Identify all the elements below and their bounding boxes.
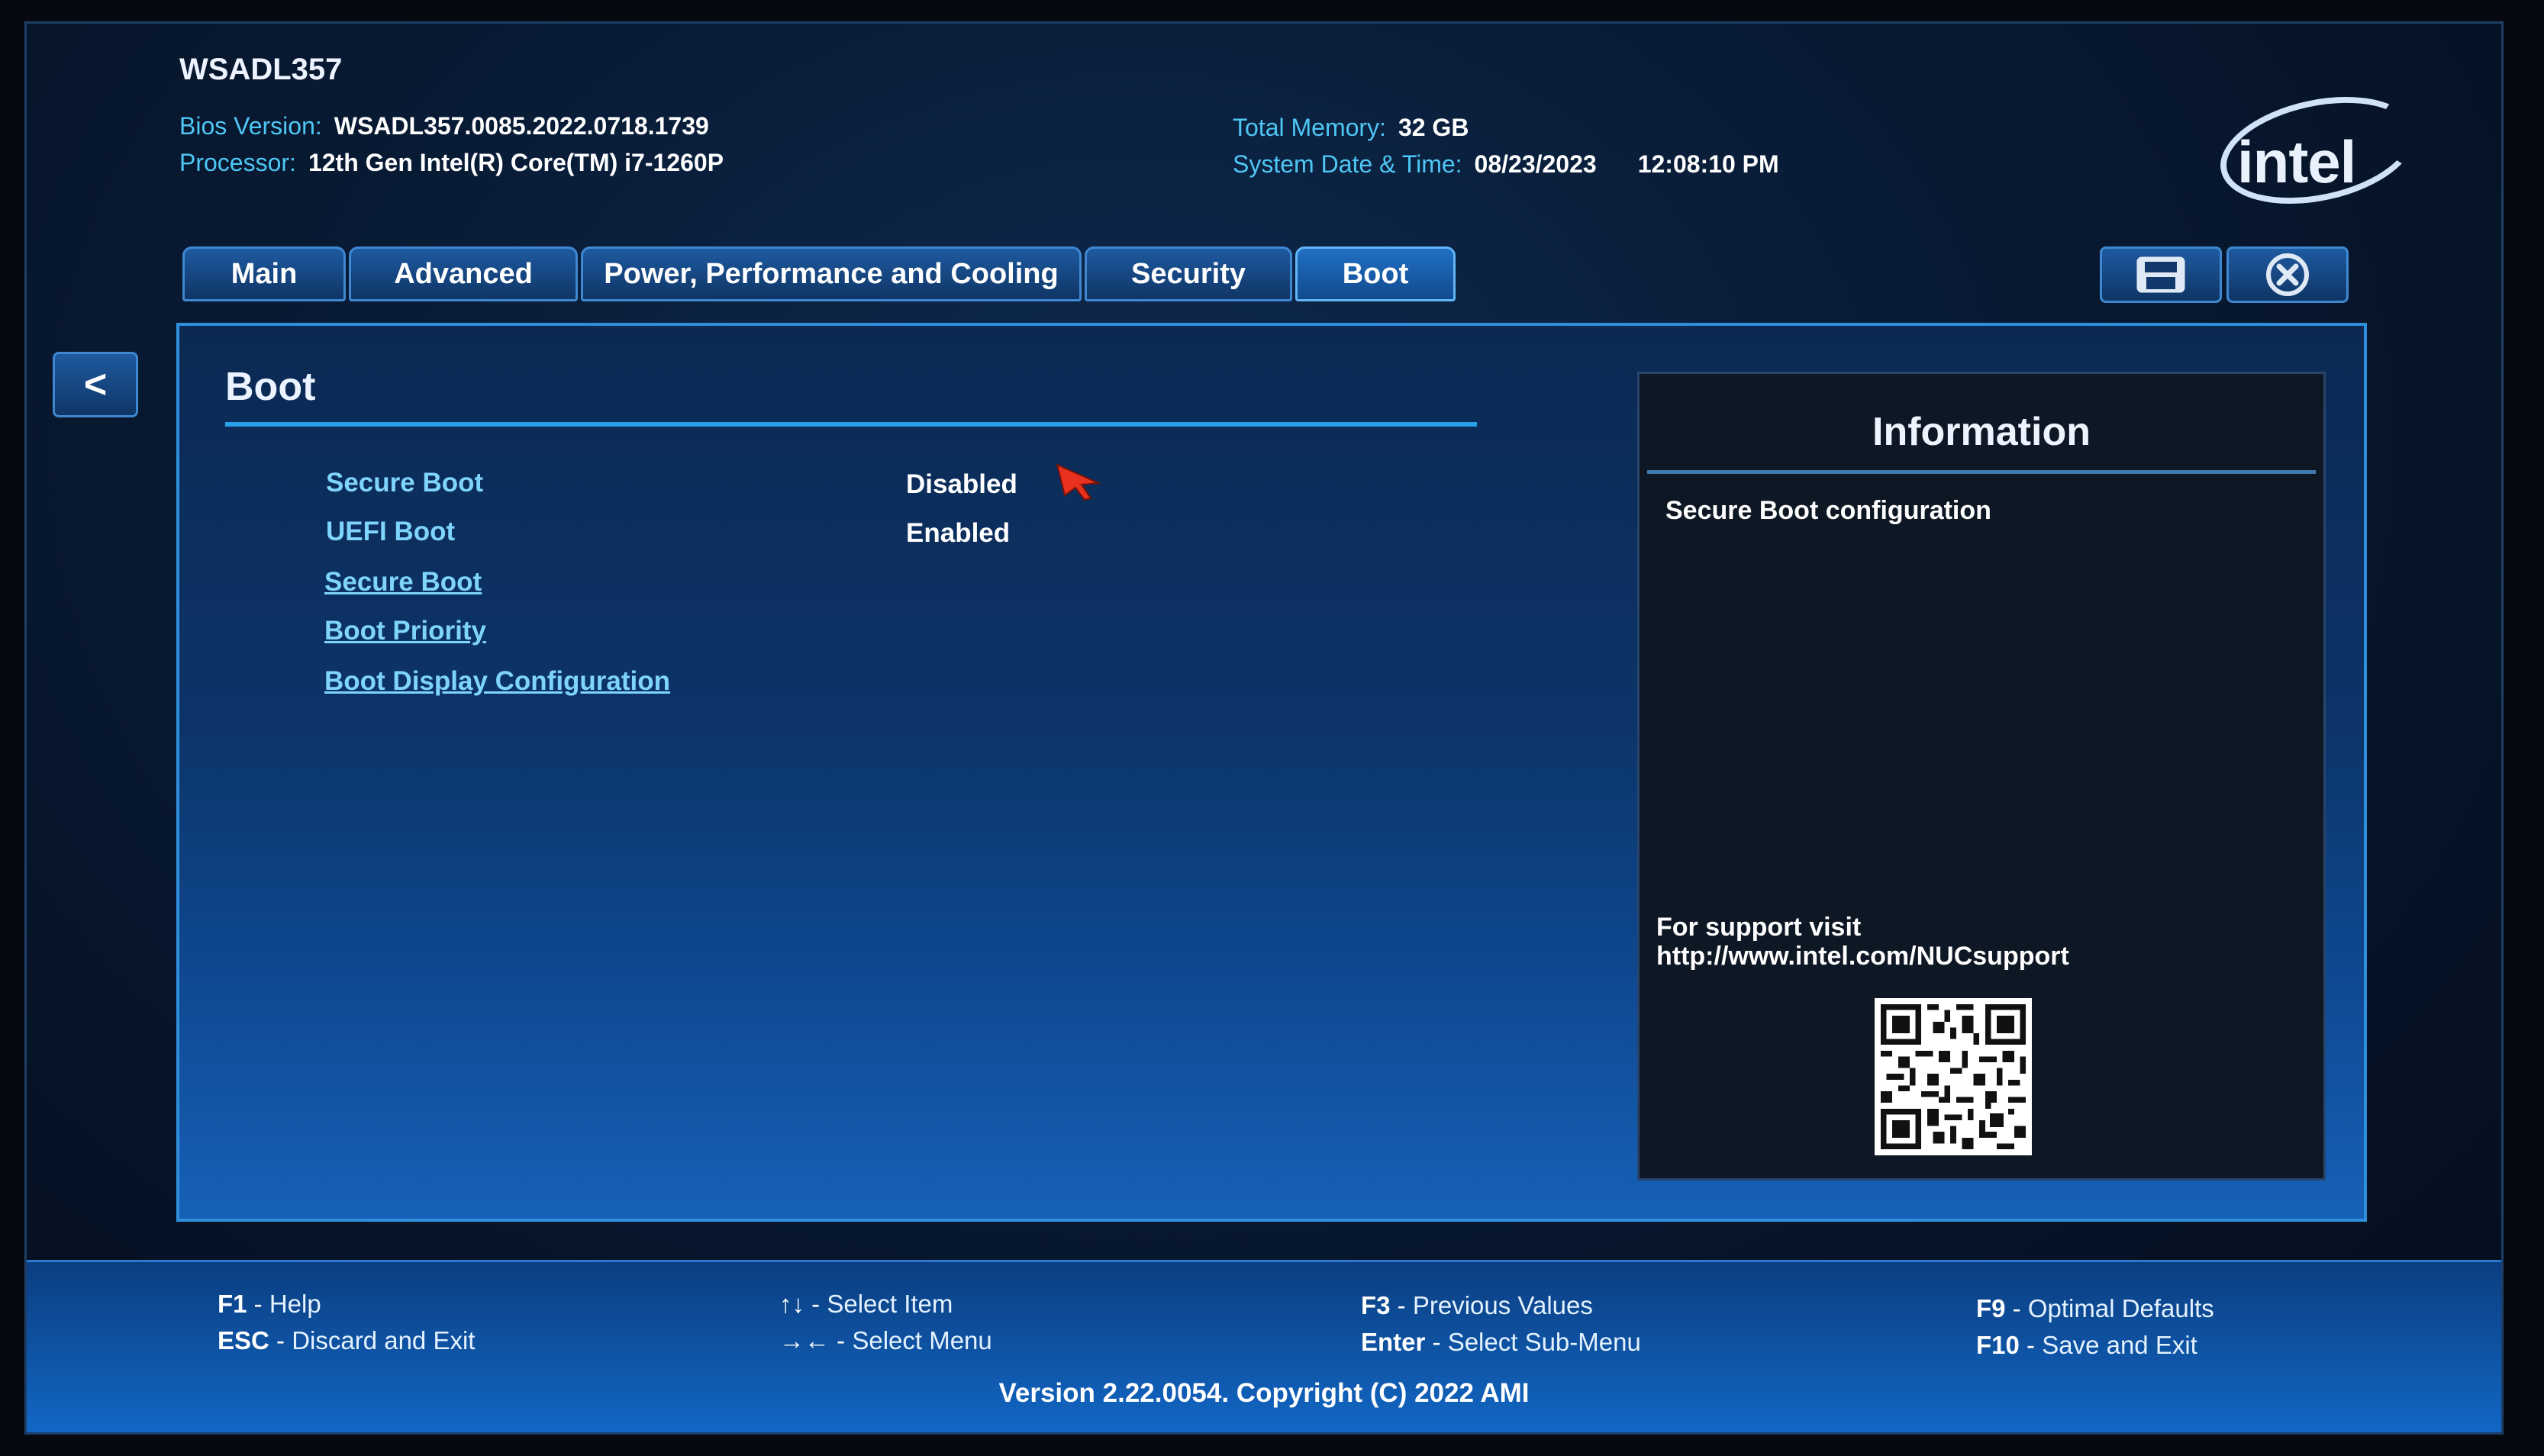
title-divider	[225, 422, 1477, 427]
version-copyright: Version 2.22.0054. Copyright (C) 2022 AM…	[998, 1378, 1530, 1408]
save-icon	[2136, 256, 2185, 293]
time-value[interactable]: 12:08:10 PM	[1638, 150, 1779, 178]
bios-version-label: Bios Version:	[179, 112, 322, 140]
submenu-secure-boot[interactable]: Secure Boot	[324, 567, 482, 598]
support-line: For support visit	[1656, 913, 1862, 942]
setting-uefi-boot-label[interactable]: UEFI Boot	[326, 517, 455, 547]
tab-advanced[interactable]: Advanced	[349, 246, 578, 301]
memory-label: Total Memory:	[1233, 114, 1386, 141]
intel-logo: intel	[2237, 128, 2356, 195]
bios-screen: WSADL357 Bios Version: WSADL357.0085.2022…	[24, 21, 2504, 1435]
datetime-row: System Date & Time: 08/23/2023 12:08:10 PM	[1233, 150, 1779, 179]
system-name: WSADL357	[179, 53, 343, 86]
qr-code	[1875, 998, 2032, 1155]
support-url: http://www.intel.com/NUCsupport	[1656, 942, 2069, 971]
setting-secure-boot-value[interactable]: Disabled	[906, 469, 1017, 500]
submenu-boot-priority[interactable]: Boot Priority	[324, 616, 486, 646]
mouse-cursor-icon	[1056, 463, 1101, 501]
bios-version-row: Bios Version: WSADL357.0085.2022.0718.173…	[179, 112, 709, 140]
support-text: For support visit http://www.intel.com/N…	[1656, 913, 2069, 971]
setting-secure-boot-label[interactable]: Secure Boot	[326, 468, 483, 498]
information-title: Information	[1872, 410, 2091, 454]
save-button[interactable]	[2100, 246, 2222, 303]
information-divider	[1647, 470, 2316, 474]
qr-code-pattern	[1881, 1004, 2026, 1149]
tab-main[interactable]: Main	[182, 246, 346, 301]
processor-row: Processor: 12th Gen Intel(R) Core(TM) i7-…	[179, 149, 724, 177]
key-hint-save-exit: F10 - Save and Exit	[1976, 1331, 2197, 1359]
key-hint-select-menu: →← - Select Menu	[779, 1326, 992, 1355]
memory-row: Total Memory: 32 GB	[1233, 114, 1469, 142]
key-hint-optimal-defaults: F9 - Optimal Defaults	[1976, 1294, 2214, 1322]
information-description: Secure Boot configuration	[1665, 496, 1991, 525]
key-hint-previous-values: F3 - Previous Values	[1361, 1291, 1593, 1319]
processor-label: Processor:	[179, 149, 296, 176]
memory-value: 32 GB	[1398, 114, 1469, 141]
close-circle-icon	[2266, 253, 2309, 296]
bios-version-value: WSADL357.0085.2022.0718.1739	[334, 112, 709, 140]
processor-value: 12th Gen Intel(R) Core(TM) i7-1260P	[308, 149, 724, 176]
page-title: Boot	[225, 365, 316, 409]
tab-power-performance-cooling[interactable]: Power, Performance and Cooling	[581, 246, 1082, 301]
exit-button[interactable]	[2226, 246, 2349, 303]
boot-panel: Boot Secure Boot Disabled UEFI Boot Enab…	[176, 323, 2367, 1222]
date-value[interactable]: 08/23/2023	[1475, 150, 1597, 178]
information-panel: Information Secure Boot configuration Fo…	[1637, 372, 2326, 1181]
datetime-label: System Date & Time:	[1233, 150, 1462, 178]
tab-boot[interactable]: Boot	[1295, 246, 1456, 301]
tab-security[interactable]: Security	[1085, 246, 1292, 301]
key-hint-select-item: ↑↓ - Select Item	[779, 1290, 953, 1318]
key-hint-discard-exit: ESC - Discard and Exit	[218, 1326, 476, 1355]
key-hint-help: F1 - Help	[218, 1290, 321, 1318]
key-hint-select-submenu: Enter - Select Sub-Menu	[1361, 1328, 1641, 1356]
submenu-boot-display-configuration[interactable]: Boot Display Configuration	[324, 666, 670, 697]
footer-keybar: F1 - Help ESC - Discard and Exit ↑↓ - Se…	[27, 1260, 2501, 1432]
setting-uefi-boot-value[interactable]: Enabled	[906, 518, 1010, 549]
back-button[interactable]: <	[53, 352, 138, 417]
